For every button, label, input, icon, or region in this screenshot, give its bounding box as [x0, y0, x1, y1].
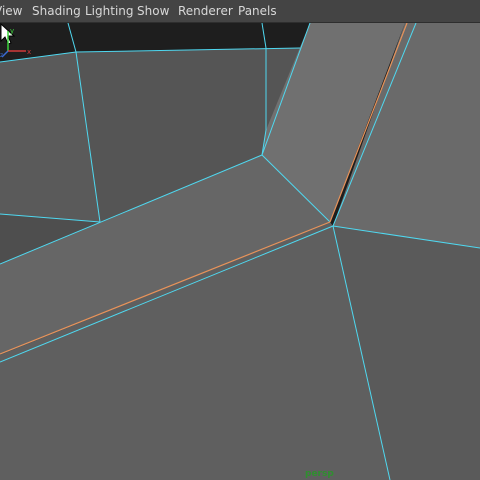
menu-panels[interactable]: Panels [238, 0, 277, 23]
menu-show[interactable]: Show [137, 0, 169, 23]
menu-view[interactable]: View [0, 0, 22, 23]
menu-shading[interactable]: Shading [32, 0, 81, 23]
axis-gizmo: y x z [0, 27, 31, 59]
menu-renderer[interactable]: Renderer [178, 0, 233, 23]
viewport-menubar: View Shading Lighting Show Renderer Pane… [0, 0, 480, 23]
mesh-edge[interactable] [67, 23, 77, 53]
axis-y-label: y [10, 27, 14, 35]
axis-x-label: x [27, 48, 31, 56]
3d-viewport[interactable]: y x z persp [0, 23, 480, 480]
axis-z-label: z [0, 52, 3, 59]
mesh-wireframe[interactable] [0, 23, 480, 480]
menu-lighting[interactable]: Lighting [85, 0, 134, 23]
mesh-edge[interactable] [261, 23, 267, 49]
camera-label: persp [305, 469, 334, 479]
